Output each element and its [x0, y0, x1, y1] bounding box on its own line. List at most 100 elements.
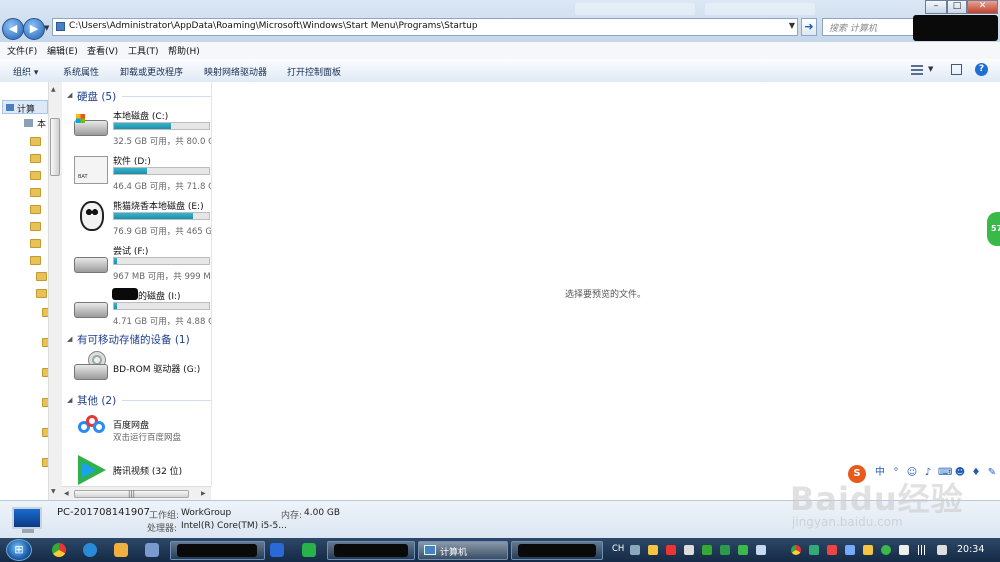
address-field[interactable]: C:\Users\Administrator\AppData\Roaming\M…	[52, 18, 798, 36]
other-item-name: 百度网盘	[113, 421, 150, 431]
drive-item-f[interactable]: 尝试 (F:) 967 MB 可用，共 999 M	[62, 243, 211, 287]
nav-item-computer[interactable]: 计算	[2, 100, 48, 115]
other-item-baidu-netdisk[interactable]: 百度网盘 双击运行百度网盘	[62, 412, 211, 448]
tray-icon[interactable]	[863, 545, 873, 555]
taskbar-task[interactable]	[511, 541, 603, 560]
drive-item-e[interactable]: 熊猫烧香本地磁盘 (E:) 76.9 GB 可用，共 465 G	[62, 198, 211, 242]
drive-item-c[interactable]: 本地磁盘 (C:) 32.5 GB 可用，共 80.0 G	[62, 108, 211, 152]
tray-icon[interactable]	[648, 545, 658, 555]
menu-file[interactable]: 文件(F)	[7, 44, 37, 57]
computer-icon	[424, 545, 436, 555]
folder-icon[interactable]	[30, 205, 41, 214]
scroll-thumb[interactable]	[50, 118, 60, 176]
folder-icon[interactable]	[30, 222, 41, 231]
search-input[interactable]: 搜索 计算机	[822, 18, 914, 36]
hard-drive-icon	[74, 302, 108, 318]
folder-icon[interactable]	[30, 188, 41, 197]
memory-label: 内存:	[281, 511, 303, 521]
preview-pane-icon[interactable]	[951, 64, 962, 75]
group-header-other[interactable]: 其他 (2)	[77, 393, 116, 408]
clock[interactable]: 20:34	[957, 544, 984, 555]
drive-item-g[interactable]: BD-ROM 驱动器 (G:)	[62, 350, 211, 386]
tray-icon[interactable]	[756, 545, 766, 555]
taskbar-task[interactable]	[327, 541, 415, 560]
uninstall-program-button[interactable]: 卸载或更改程序	[120, 65, 183, 78]
history-dropdown-icon[interactable]: ▼	[44, 24, 49, 32]
tray-icon[interactable]	[881, 545, 891, 555]
wechat-icon[interactable]	[302, 543, 316, 557]
lock-folder-icon[interactable]	[36, 289, 47, 298]
floating-badge[interactable]: 57	[987, 212, 1000, 246]
horizontal-scrollbar[interactable]: ◀ ||| ▶	[62, 486, 211, 501]
lock-folder-icon[interactable]	[36, 272, 47, 281]
tray-icon[interactable]	[702, 545, 712, 555]
minimize-button[interactable]: –	[925, 0, 947, 14]
collapse-icon[interactable]: ◢	[67, 396, 72, 404]
tray-icon[interactable]	[827, 545, 837, 555]
view-options-icon[interactable]	[911, 65, 923, 75]
maximize-button[interactable]: □	[947, 0, 967, 14]
scroll-thumb[interactable]: |||	[74, 490, 189, 498]
taskbar-task[interactable]	[170, 541, 265, 560]
tray-icon[interactable]	[720, 545, 730, 555]
app-icon[interactable]	[145, 543, 159, 557]
system-properties-button[interactable]: 系统属性	[63, 65, 99, 78]
tray-icon[interactable]	[738, 545, 748, 555]
scroll-left-icon[interactable]: ◀	[64, 490, 69, 497]
tray-icon[interactable]	[666, 545, 676, 555]
tray-icon[interactable]	[791, 545, 801, 555]
group-header-hdd[interactable]: 硬盘 (5)	[77, 89, 116, 104]
group-header-removable[interactable]: 有可移动存储的设备 (1)	[77, 332, 190, 347]
redacted-area	[518, 544, 596, 557]
collapse-icon[interactable]: ◢	[67, 335, 72, 343]
scroll-down-icon[interactable]: ▼	[51, 488, 56, 495]
ime-skin-icon[interactable]: ♦	[970, 467, 982, 479]
address-bar-area: ◀ ▶ ▼ C:\Users\Administrator\AppData\Roa…	[0, 0, 1000, 42]
scroll-right-icon[interactable]: ▶	[201, 490, 206, 497]
app-icon[interactable]	[114, 543, 128, 557]
menu-tools[interactable]: 工具(T)	[128, 44, 159, 57]
menu-help[interactable]: 帮助(H)	[168, 44, 200, 57]
folder-icon[interactable]	[30, 239, 41, 248]
other-item-tencent-video[interactable]: 腾讯视频 (32 位)	[62, 453, 211, 486]
language-indicator[interactable]: CH	[612, 544, 624, 554]
bluetooth-icon[interactable]	[845, 545, 855, 555]
pc-name: PC-201708141907	[57, 507, 150, 518]
back-button[interactable]: ◀	[2, 18, 24, 40]
tray-icon[interactable]	[630, 545, 640, 555]
folder-icon[interactable]	[30, 171, 41, 180]
drive-item-i[interactable]: 的磁盘 (I:) 4.71 GB 可用，共 4.88 G	[62, 288, 211, 332]
collapse-icon[interactable]: ◢	[67, 91, 72, 99]
ime-settings-icon[interactable]: ✎	[986, 467, 998, 479]
open-control-panel-button[interactable]: 打开控制面板	[287, 65, 341, 78]
tray-icon[interactable]	[684, 545, 694, 555]
browser-icon[interactable]	[83, 543, 97, 557]
map-network-drive-button[interactable]: 映射网络驱动器	[204, 65, 267, 78]
chrome-icon[interactable]	[52, 543, 66, 557]
folder-icon[interactable]	[30, 256, 41, 265]
go-arrow-button[interactable]: ➜	[801, 18, 817, 36]
drive-free-space: 76.9 GB 可用，共 465 G	[113, 227, 212, 237]
view-dropdown-icon[interactable]: ▼	[928, 65, 933, 73]
forward-button[interactable]: ▶	[23, 18, 45, 40]
signal-icon[interactable]	[917, 545, 927, 555]
close-button[interactable]: ✕	[967, 0, 998, 14]
folder-icon[interactable]	[30, 137, 41, 146]
nav-scrollbar[interactable]: ▲ ▼	[48, 82, 62, 500]
tray-icon[interactable]	[899, 545, 909, 555]
taskbar-task-computer[interactable]: 计算机	[418, 541, 508, 560]
other-item-name: 腾讯视频 (32 位)	[113, 467, 183, 477]
organize-button[interactable]: 组织 ▾	[13, 65, 38, 78]
drive-free-space: 4.71 GB 可用，共 4.88 G	[113, 317, 212, 327]
volume-icon[interactable]	[937, 545, 947, 555]
drive-item-d[interactable]: BAT 软件 (D:) 46.4 GB 可用，共 71.8 G	[62, 153, 211, 197]
address-dropdown-icon[interactable]: ▼	[789, 21, 795, 30]
app-icon[interactable]	[270, 543, 284, 557]
menu-edit[interactable]: 编辑(E)	[47, 44, 78, 57]
folder-icon[interactable]	[30, 154, 41, 163]
scroll-up-icon[interactable]: ▲	[51, 86, 56, 93]
tray-icon[interactable]	[809, 545, 819, 555]
help-icon[interactable]: ?	[975, 63, 988, 76]
start-button[interactable]: ⊞	[6, 539, 32, 561]
menu-view[interactable]: 查看(V)	[87, 44, 118, 57]
